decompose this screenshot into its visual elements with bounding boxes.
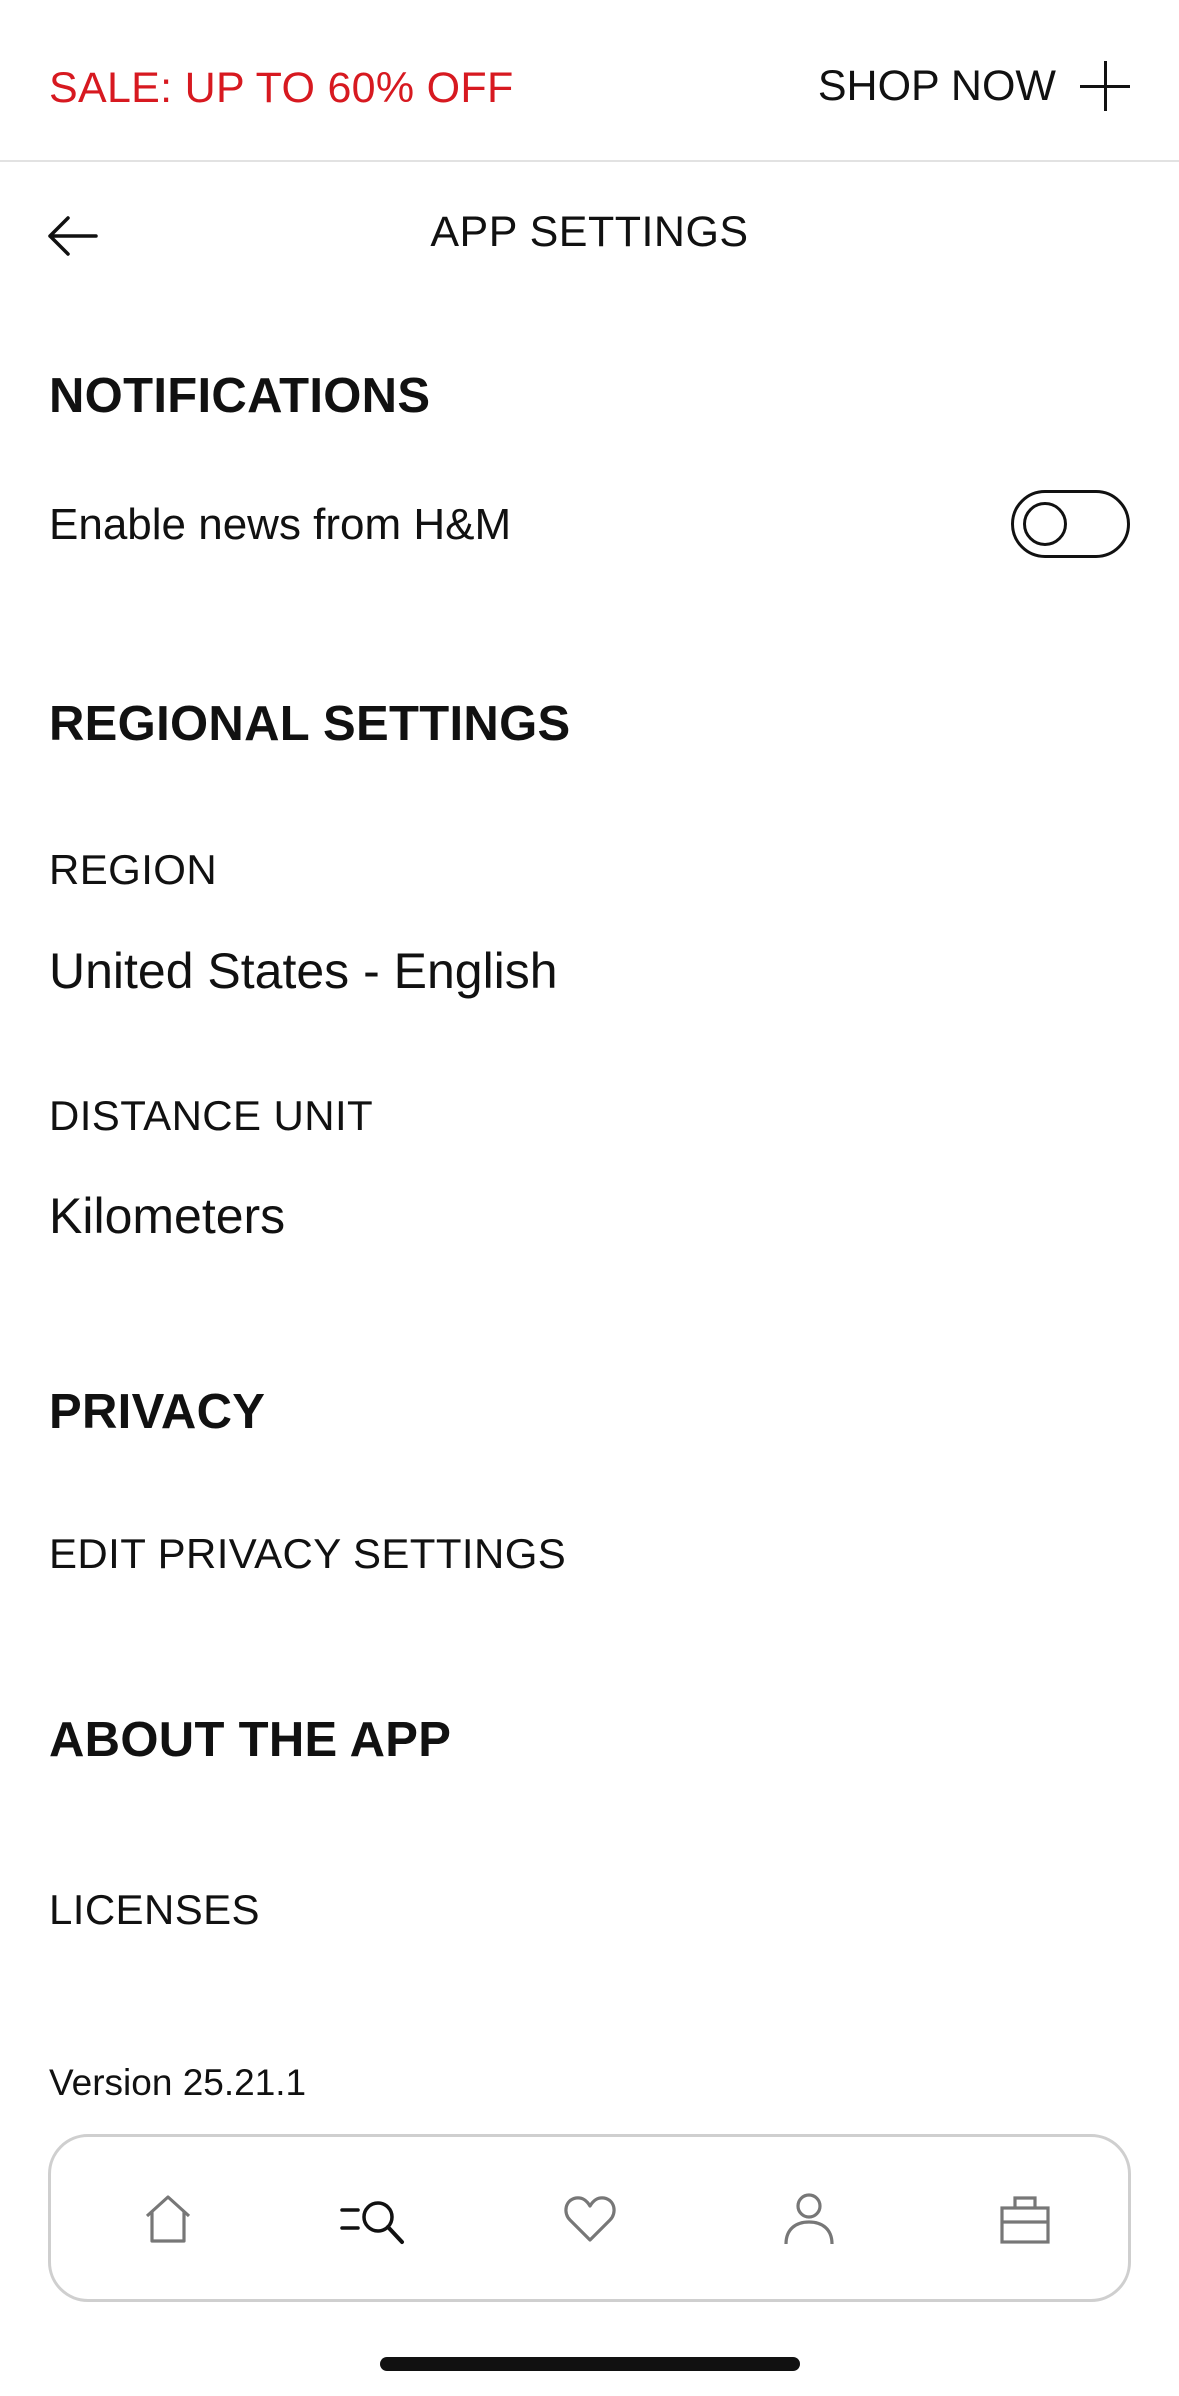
tab-account[interactable] <box>774 2184 844 2254</box>
notifications-heading: NOTIFICATIONS <box>49 369 431 423</box>
privacy-heading: PRIVACY <box>49 1385 266 1439</box>
region-value[interactable]: United States - English <box>49 942 558 1000</box>
promo-banner[interactable]: SALE: UP TO 60% OFF SHOP NOW <box>0 0 1179 162</box>
distance-unit-label: DISTANCE UNIT <box>49 1092 374 1139</box>
shopping-bag-icon <box>1000 2196 1050 2244</box>
bottom-tab-bar <box>48 2134 1131 2302</box>
regional-settings-heading: REGIONAL SETTINGS <box>49 697 571 751</box>
enable-news-label: Enable news from H&M <box>49 500 512 549</box>
page-header: APP SETTINGS <box>0 162 1179 312</box>
about-the-app-heading: ABOUT THE APP <box>49 1713 452 1767</box>
tab-search[interactable] <box>338 2184 408 2254</box>
page-title: APP SETTINGS <box>430 208 749 256</box>
heart-icon <box>564 2196 616 2242</box>
app-version: Version 25.21.1 <box>49 2062 307 2103</box>
toggle-knob <box>1023 502 1067 546</box>
licenses-link[interactable]: LICENSES <box>49 1886 260 1934</box>
distance-unit-value[interactable]: Kilometers <box>49 1187 285 1245</box>
enable-news-toggle[interactable] <box>1011 490 1130 558</box>
search-icon <box>340 2201 404 2244</box>
home-icon <box>145 2195 191 2243</box>
region-label: REGION <box>49 846 218 893</box>
plus-icon <box>1080 61 1130 111</box>
edit-privacy-settings-link[interactable]: EDIT PRIVACY SETTINGS <box>49 1530 566 1578</box>
sale-text: SALE: UP TO 60% OFF <box>49 64 514 112</box>
account-icon <box>784 2193 834 2245</box>
tab-favourites[interactable] <box>555 2184 625 2254</box>
tab-bag[interactable] <box>990 2184 1060 2254</box>
shop-now-link[interactable]: SHOP NOW <box>818 58 1130 114</box>
tab-home[interactable] <box>133 2184 203 2254</box>
shop-now-label: SHOP NOW <box>817 61 1056 110</box>
home-indicator <box>380 2357 800 2371</box>
